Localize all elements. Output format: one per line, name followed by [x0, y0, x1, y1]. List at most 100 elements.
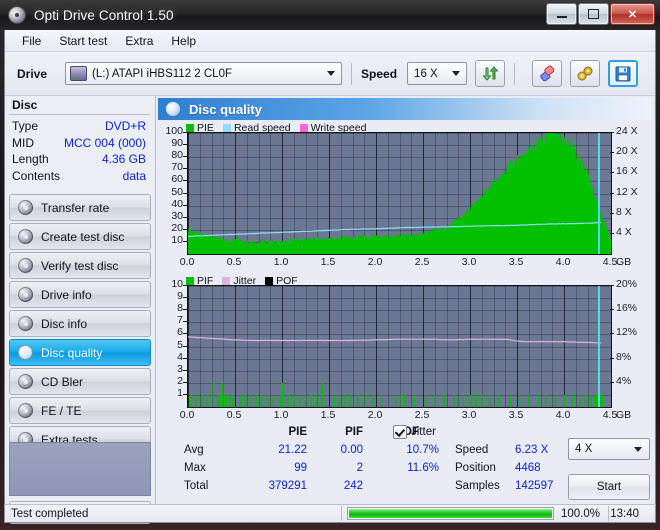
chart-series-layer [188, 133, 611, 254]
sidebar-item-transfer-rate[interactable]: Transfer rate [9, 194, 151, 221]
y-tick [183, 144, 187, 146]
series-bar-pif [272, 394, 275, 407]
minimize-button[interactable] [546, 3, 577, 25]
disc-row-mid-value: MCC 004 (000) [63, 135, 146, 150]
series-bar-pif [509, 394, 512, 407]
gridline-horizontal [188, 407, 611, 408]
sidebar-item-label: Drive info [41, 287, 92, 302]
y-tick [183, 321, 187, 323]
title-bar: Opti Drive Control 1.50 ✕ [0, 0, 660, 30]
series-bar-pif [380, 394, 383, 407]
save-button[interactable] [608, 60, 639, 87]
x-tick-label: 0.5 [226, 409, 242, 421]
series-bar-pif [217, 394, 219, 407]
jitter-checkbox[interactable] [393, 425, 407, 439]
series-bar-pif [518, 394, 521, 407]
stats-pif-avg: 0.00 [340, 444, 363, 456]
app-window: Opti Drive Control 1.50 ✕ File Start tes… [0, 0, 660, 530]
drive-label: Drive [17, 66, 48, 81]
y-tick-label: 60 [171, 173, 183, 186]
x-axis-unit-label: GB [616, 409, 632, 421]
series-bar-pif [267, 394, 269, 407]
refresh-button[interactable] [475, 60, 506, 87]
tools-button[interactable] [570, 60, 601, 87]
y-tick-label: 10 [171, 278, 183, 290]
menu-item-extra[interactable]: Extra [116, 32, 162, 50]
erase-button[interactable] [532, 60, 563, 87]
menu-item-start-test[interactable]: Start test [50, 32, 116, 50]
stats-col-header-pif: PIF [345, 426, 363, 438]
y-tick-label: 100 [165, 125, 183, 137]
series-bar-pif [488, 394, 491, 407]
speed-select[interactable]: 16 X [407, 62, 468, 85]
x-tick-label: 1.0 [273, 256, 289, 268]
jitter-avg-value: 10.7% [406, 444, 439, 456]
close-button[interactable]: ✕ [610, 3, 655, 25]
x-tick-label: 3.0 [461, 409, 477, 421]
y2-tick-label: 16 X [616, 165, 638, 178]
legend-swatch-jitter [222, 277, 231, 285]
disc-icon [18, 200, 33, 215]
progress-bar [347, 507, 554, 520]
y-tick-label: 7 [177, 314, 183, 327]
x-tick-label: 1.5 [320, 409, 336, 421]
y2-tick [610, 172, 614, 174]
y2-tick-label: 12% [616, 326, 638, 339]
sidebar-item-drive-info[interactable]: Drive info [9, 281, 151, 308]
app-icon [9, 6, 26, 24]
disc-row-length-key: Length [12, 152, 49, 166]
series-bar-pif [453, 394, 455, 407]
jitter-label: Jitter [411, 426, 436, 438]
chart-cursor-line [598, 286, 600, 407]
series-bar-pif [475, 394, 478, 407]
y-tick [183, 393, 187, 395]
y-tick [183, 204, 187, 206]
y2-tick-label: 8% [616, 350, 632, 363]
x-tick-label: 1.0 [273, 409, 289, 421]
refresh-icon [481, 66, 499, 81]
legend-swatch-pie [186, 124, 194, 132]
test-speed-select[interactable]: 4 X [568, 438, 650, 460]
y-tick [183, 216, 187, 218]
position-stat-value: 4468 [515, 462, 541, 474]
y-tick [183, 333, 187, 335]
y-tick-label: 10 [171, 233, 183, 246]
series-bar-pif [315, 394, 318, 407]
window-title: Opti Drive Control 1.50 [34, 7, 174, 23]
y-tick-label: 40 [171, 197, 183, 210]
disc-row-type-value: DVD+R [104, 119, 146, 133]
x-tick-label: 4.0 [555, 256, 571, 268]
sidebar-item-fe-te[interactable]: FE / TE [9, 397, 151, 424]
y-tick-label: 30 [171, 209, 183, 222]
chart-pif-jitter-pof[interactable] [187, 285, 612, 408]
sidebar-item-verify-test-disc[interactable]: Verify test disc [9, 252, 151, 279]
x-tick-label: 1.5 [320, 256, 336, 268]
y2-tick [610, 381, 614, 383]
x-axis-unit-label: GB [616, 256, 632, 268]
menu-item-file[interactable]: File [13, 32, 50, 50]
drive-select[interactable]: (L:) ATAPI iHBS112 2 CL0F [65, 62, 343, 85]
stats-pie-total: 379291 [268, 480, 307, 492]
y2-tick-label: 4 X [616, 225, 632, 238]
series-bar-pif [298, 394, 301, 407]
stats-pif-total: 242 [343, 480, 363, 492]
start-button[interactable]: Start [568, 474, 650, 500]
disc-icon [18, 229, 33, 244]
sidebar-item-cd-bler[interactable]: CD Bler [9, 368, 151, 395]
series-bar-pif [364, 394, 367, 407]
y-tick-label: 3 [177, 362, 183, 375]
y-tick-label: 70 [171, 161, 183, 174]
series-bar-pif [223, 394, 226, 407]
maximize-button[interactable] [578, 3, 609, 25]
chart-pie-read-speed[interactable] [187, 132, 612, 255]
series-bar-pif [333, 394, 336, 407]
series-bar-pif [255, 394, 258, 407]
y-tick-label: 8 [177, 302, 183, 315]
menu-item-help[interactable]: Help [162, 32, 205, 50]
series-bar-pif [528, 394, 530, 407]
series-bar-pif [372, 394, 374, 407]
sidebar-item-create-test-disc[interactable]: Create test disc [9, 223, 151, 250]
series-bar-pif [554, 394, 557, 407]
sidebar-item-disc-quality[interactable]: Disc quality [9, 339, 151, 366]
sidebar-item-disc-info[interactable]: Disc info [9, 310, 151, 337]
